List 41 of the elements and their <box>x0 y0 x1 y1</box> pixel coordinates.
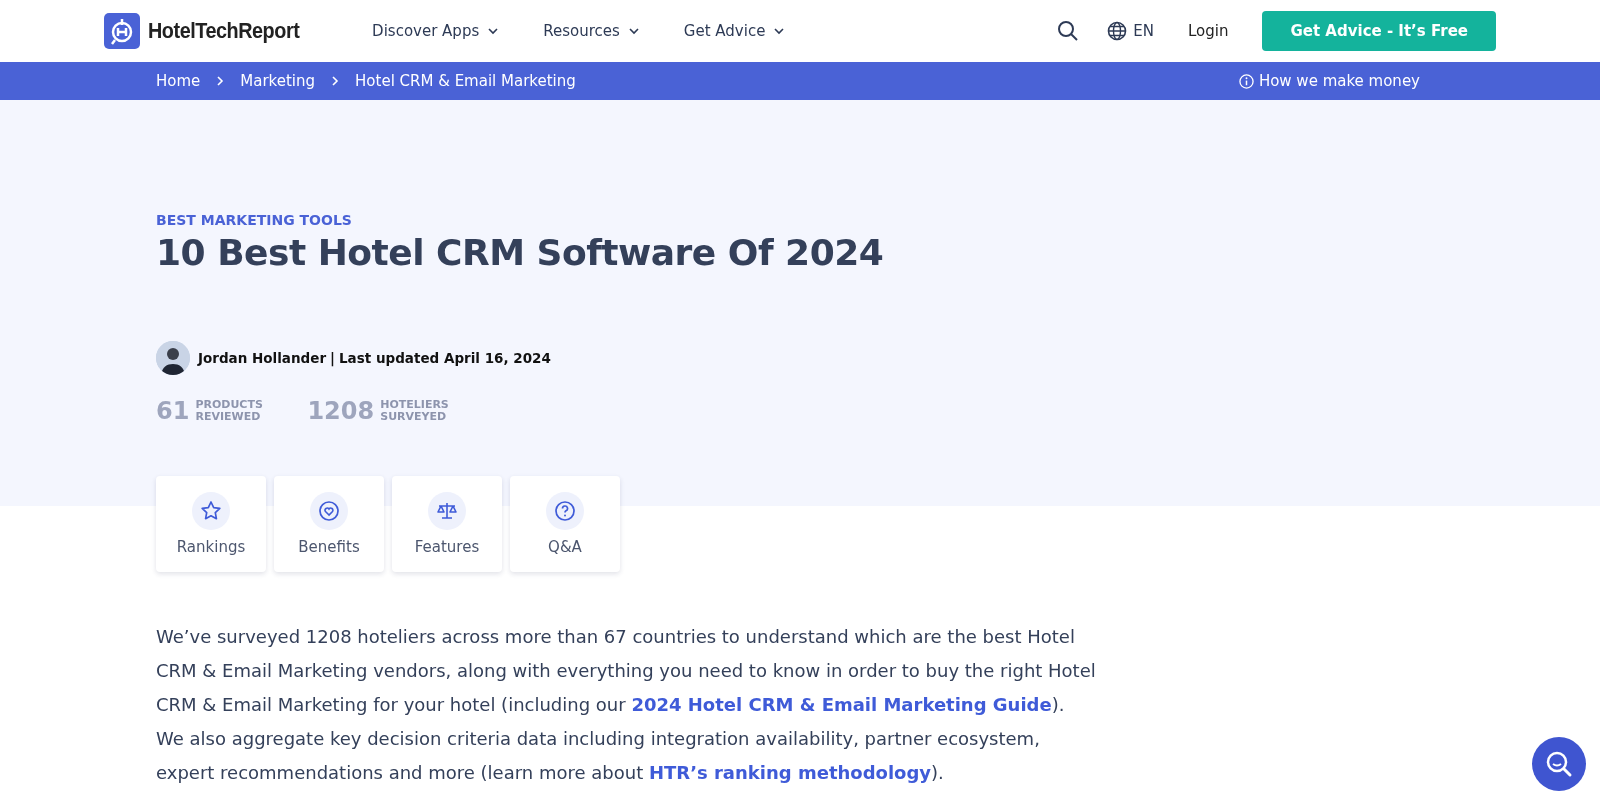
star-icon <box>199 499 223 523</box>
stat-label: PRODUCTS REVIEWED <box>195 399 264 423</box>
stat-number: 1208 <box>307 397 375 425</box>
separator: | <box>330 350 335 366</box>
section-tab[interactable]: Features <box>392 476 502 572</box>
search-icon <box>1544 749 1574 779</box>
page-title: 10 Best Hotel CRM Software Of 2024 <box>156 232 885 273</box>
nav-menu-item[interactable]: Resources <box>543 22 640 40</box>
logo-icon <box>104 13 140 49</box>
breadcrumb-link[interactable]: Hotel CRM & Email Marketing <box>355 72 576 90</box>
how-we-make-money-link[interactable]: How we make money <box>1258 72 1420 90</box>
chevron-down-icon <box>773 27 786 35</box>
heart-circle-icon <box>317 499 341 523</box>
search-icon[interactable] <box>1057 20 1080 42</box>
last-updated-date: Last updated April 16, 2024 <box>339 350 551 366</box>
info-icon <box>1238 73 1254 89</box>
logo-text[interactable]: HotelTechReport <box>148 18 300 44</box>
section-tab[interactable]: Benefits <box>274 476 384 572</box>
chevron-right-icon <box>216 75 225 87</box>
inline-link[interactable]: 2024 Hotel CRM & Email Marketing Guide <box>631 694 1052 715</box>
globe-icon[interactable] <box>1107 21 1128 41</box>
section-tab[interactable]: Q&A <box>510 476 620 572</box>
language-selector[interactable]: EN <box>1133 22 1154 40</box>
intro-paragraph: We’ve surveyed 1208 hoteliers across more than 67 countries to understand which are the best Hotel CRM & Email Marketing vendors, along with everything you need to know in order to buy the right Hotel CRM & Email Marketing for your hotel (including our 2024 Hotel CRM & Email Marketing Guide). We also aggregate key decision criteria data including integration availability, partner ecosystem, expert recommendations and more (learn more about HTR’s ranking methodology). <box>156 625 1096 785</box>
nav-menu-item[interactable]: Get Advice <box>683 22 786 40</box>
stat-label: HOTELIERS SURVEYED <box>380 399 450 423</box>
author-name[interactable]: Jordan Hollander <box>198 350 327 366</box>
chevron-down-icon <box>487 27 500 35</box>
category-label: BEST MARKETING TOOLS <box>156 212 353 228</box>
search-chat-button[interactable] <box>1532 737 1586 791</box>
question-circle-icon <box>553 499 577 523</box>
inline-link[interactable]: HTR’s ranking methodology <box>648 762 932 783</box>
breadcrumb-link[interactable]: Home <box>156 72 201 90</box>
chevron-down-icon <box>627 27 640 35</box>
breadcrumb-link[interactable]: Marketing <box>240 72 316 90</box>
nav-menu-item[interactable]: Discover Apps <box>372 22 500 40</box>
chevron-right-icon <box>331 75 340 87</box>
login-link[interactable]: Login <box>1182 21 1235 41</box>
stat-number: 61 <box>156 397 190 425</box>
avatar-silhouette <box>156 341 190 375</box>
section-tab[interactable]: Rankings <box>156 476 266 572</box>
